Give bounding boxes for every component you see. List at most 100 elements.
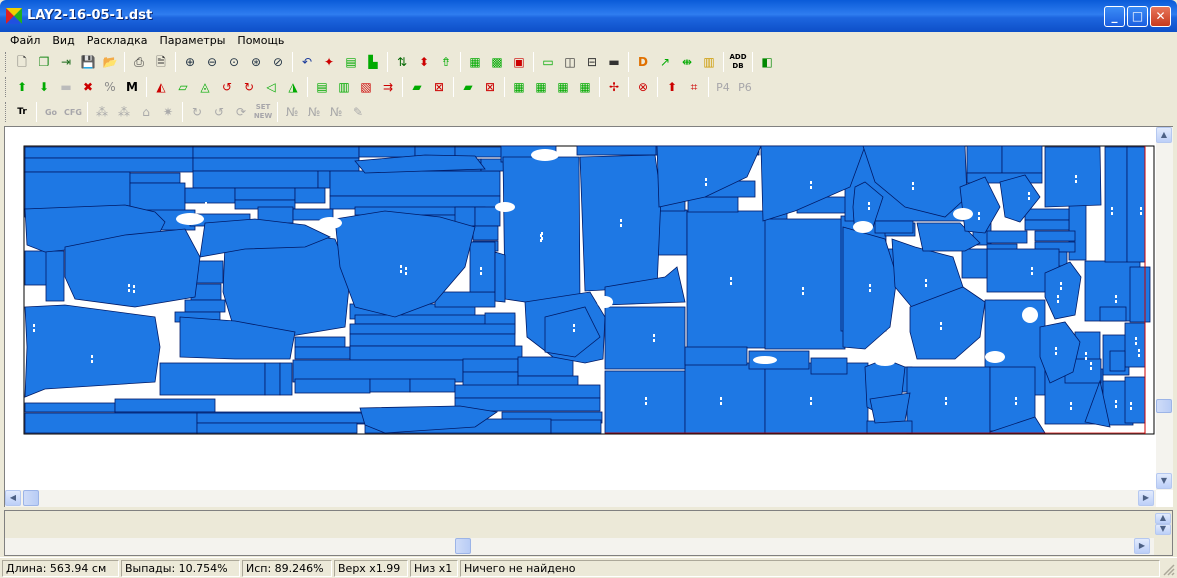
layout-piece[interactable]	[24, 146, 194, 159]
layout-piece[interactable]	[502, 156, 581, 306]
piece-b-icon[interactable]: ▰	[457, 76, 479, 98]
mirror-h-icon[interactable]: ◁	[260, 76, 282, 98]
arrange3-icon[interactable]: ▦	[552, 76, 574, 98]
import-icon[interactable]: ⇥	[55, 51, 77, 73]
layout-piece[interactable]	[517, 356, 574, 377]
layout-piece[interactable]	[966, 145, 1003, 174]
zoom-window-icon[interactable]: ⊛	[245, 51, 267, 73]
ins-2-icon[interactable]: ⁂	[113, 101, 135, 123]
fabric-icon[interactable]: ▥	[698, 51, 720, 73]
swap-icon[interactable]: ⇅	[391, 51, 413, 73]
m-button[interactable]: M	[121, 76, 143, 98]
layout-piece[interactable]	[576, 145, 658, 156]
layout-piece[interactable]	[24, 171, 131, 210]
shear-icon[interactable]: ▱	[172, 76, 194, 98]
layout-piece[interactable]	[684, 346, 748, 366]
layout-piece[interactable]	[45, 250, 65, 302]
place-icon[interactable]: ▙	[362, 51, 384, 73]
layout-piece[interactable]	[1126, 146, 1146, 263]
layout-piece[interactable]	[764, 218, 846, 350]
layout-piece[interactable]	[474, 206, 501, 227]
num1-icon[interactable]: №	[281, 101, 303, 123]
mirror-v-icon[interactable]: ◮	[282, 76, 304, 98]
delete-b-icon[interactable]: ⊠	[479, 76, 501, 98]
undo2-icon[interactable]: ↺	[208, 101, 230, 123]
move-up-icon[interactable]: ⇮	[435, 51, 457, 73]
layout-piece[interactable]	[129, 182, 186, 212]
redo-icon[interactable]: ↻	[186, 101, 208, 123]
arrow-up-icon[interactable]: ⬆	[11, 76, 33, 98]
cross-icon[interactable]: ✖	[77, 76, 99, 98]
pane-scroll-thumb[interactable]	[455, 538, 471, 554]
align-right-icon[interactable]: ⇉	[377, 76, 399, 98]
toolbar-grip[interactable]	[5, 77, 8, 97]
disabled-block-icon[interactable]: ▬	[55, 76, 77, 98]
layout-canvas[interactable]: ▲ ▼ ◀ ▶	[4, 126, 1173, 507]
layout-piece[interactable]	[358, 146, 416, 158]
layout-piece[interactable]	[196, 412, 366, 424]
layout-piece[interactable]	[294, 346, 351, 360]
align-center-icon[interactable]: ▥	[333, 76, 355, 98]
layout-piece[interactable]	[434, 291, 496, 308]
layout-piece[interactable]	[409, 378, 456, 393]
layout-piece[interactable]	[906, 366, 991, 434]
copy-icon[interactable]: ❐	[33, 51, 55, 73]
layout-piece[interactable]	[1024, 219, 1070, 231]
layout-piece[interactable]	[279, 362, 293, 396]
layout-piece[interactable]	[684, 362, 766, 434]
layout-piece[interactable]	[1001, 145, 1043, 174]
set-new-button[interactable]: SET NEW	[252, 101, 274, 123]
layout-piece[interactable]	[810, 357, 848, 375]
layout-piece[interactable]	[114, 398, 216, 413]
preview-icon[interactable]: 🗎	[150, 51, 172, 73]
menu-layout[interactable]: Раскладка	[81, 32, 154, 49]
num2-icon[interactable]: №	[303, 101, 325, 123]
layout-piece[interactable]	[494, 251, 506, 303]
close-button[interactable]: ✕	[1150, 6, 1171, 27]
maximize-button[interactable]: □	[1127, 6, 1148, 27]
layout-piece[interactable]	[472, 225, 499, 241]
rotate-a-icon[interactable]: ◭	[150, 76, 172, 98]
arrange4-icon[interactable]: ▦	[574, 76, 596, 98]
layout-piece[interactable]	[1099, 306, 1127, 322]
toolbar-grip[interactable]	[5, 52, 8, 72]
resize-icon[interactable]: ⇼	[676, 51, 698, 73]
layout-piece[interactable]	[1129, 266, 1151, 323]
layout-piece[interactable]	[24, 402, 116, 413]
layout-piece[interactable]	[349, 333, 516, 347]
layout-piece[interactable]	[192, 146, 360, 159]
delete-piece-icon[interactable]: ⊠	[428, 76, 450, 98]
layout-piece[interactable]	[349, 323, 516, 335]
menu-view[interactable]: Вид	[46, 32, 80, 49]
cycle-icon[interactable]: ⟳	[230, 101, 252, 123]
scroll-right-icon[interactable]: ▶	[1138, 490, 1154, 506]
layout-piece[interactable]	[294, 336, 346, 348]
layout-piece[interactable]	[184, 187, 236, 204]
layout-piece[interactable]	[550, 419, 602, 434]
pieces-pane[interactable]: ▲ ▼ ▶	[4, 510, 1173, 556]
layout-piece[interactable]	[24, 250, 48, 286]
layout-piece[interactable]	[349, 345, 523, 361]
layout-piece[interactable]	[866, 420, 913, 434]
rotate-ccw-icon[interactable]: ↺	[216, 76, 238, 98]
vertical-scroll-thumb[interactable]	[1156, 399, 1172, 413]
flip-v-icon[interactable]: ⬍	[413, 51, 435, 73]
pane-scroll-right-icon[interactable]: ▶	[1134, 538, 1150, 554]
marker-icon[interactable]: ✦	[318, 51, 340, 73]
layout-piece[interactable]	[234, 187, 296, 201]
gap-icon[interactable]: ⌂	[135, 101, 157, 123]
layout-piece[interactable]	[656, 209, 688, 256]
layout-piece[interactable]	[579, 154, 662, 292]
zoom-out-icon[interactable]: ⊖	[201, 51, 223, 73]
resize-grip-icon[interactable]	[1163, 564, 1175, 576]
hline-icon[interactable]: ⊟	[581, 51, 603, 73]
rotate-cw-icon[interactable]: ↻	[238, 76, 260, 98]
merge-icon[interactable]: ▣	[508, 51, 530, 73]
zoom-prev-icon[interactable]: ⊘	[267, 51, 289, 73]
layout-piece[interactable]	[222, 234, 351, 338]
cfg-button[interactable]: CFG	[62, 101, 84, 123]
layout-piece[interactable]	[986, 230, 1028, 244]
new-icon[interactable]: 🗋	[11, 51, 33, 73]
toolbar-grip[interactable]	[5, 102, 8, 122]
percent-icon[interactable]: %	[99, 76, 121, 98]
